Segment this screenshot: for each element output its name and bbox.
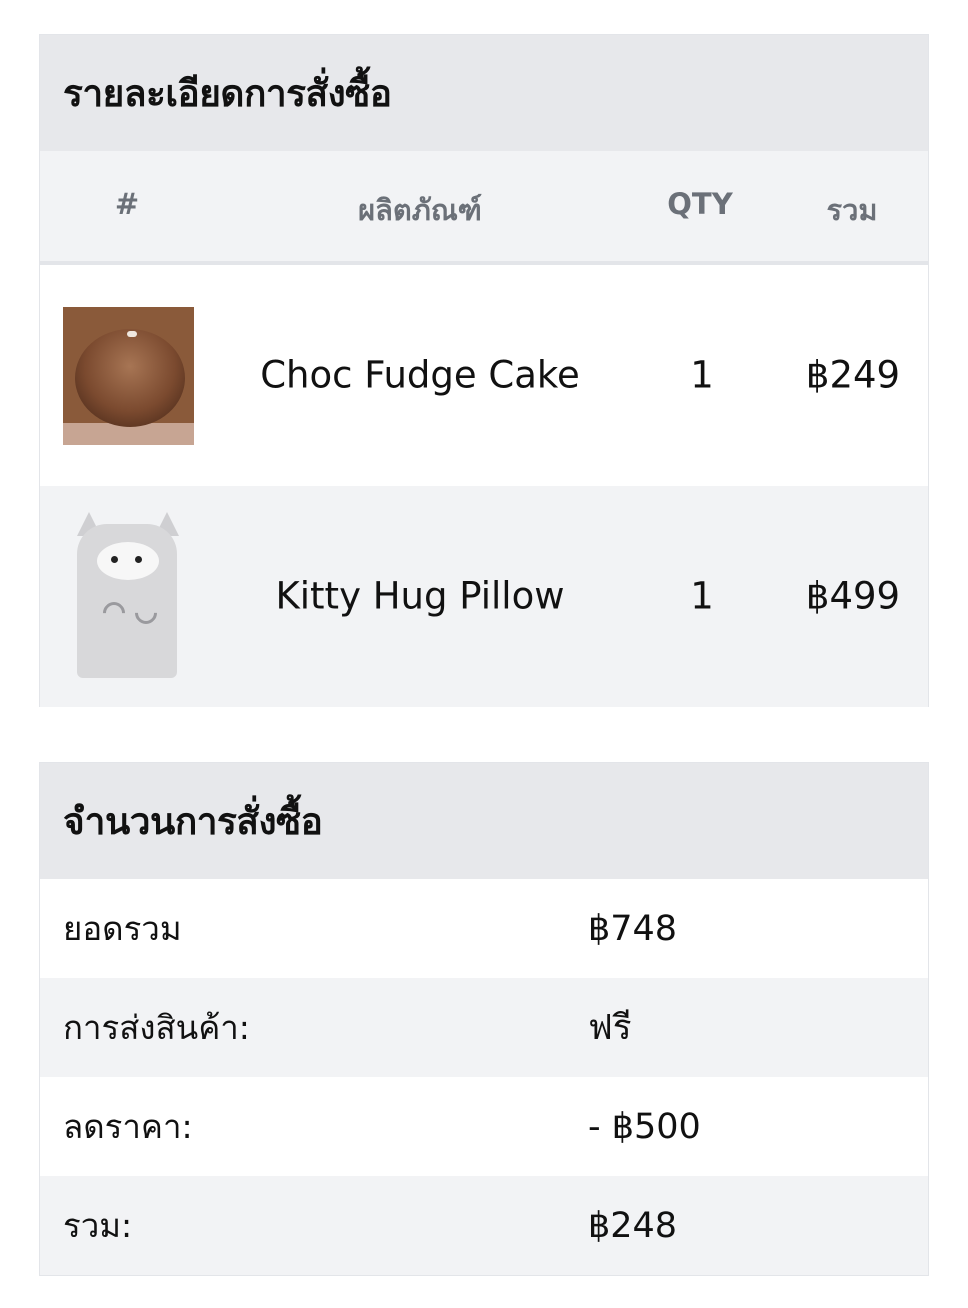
column-index: # [114, 187, 140, 221]
order-summary-header: จำนวนการสั่งซื้อ [40, 763, 928, 879]
order-details-header: รายละเอียดการสั่งซื้อ [40, 35, 928, 151]
summary-label: ยอดรวม [63, 909, 182, 948]
order-details-title: รายละเอียดการสั่งซื้อ [63, 71, 392, 115]
product-name: Choc Fudge Cake [260, 353, 580, 397]
product-name: Kitty Hug Pillow [275, 574, 565, 618]
summary-label: การส่งสินค้า: [63, 1008, 250, 1047]
order-details-card: รายละเอียดการสั่งซื้อ # ผลิตภัณฑ์ QTY รว… [39, 34, 929, 707]
column-total: รวม [826, 193, 878, 227]
order-summary-card: จำนวนการสั่งซื้อ ยอดรวม ฿748 การส่งสินค้… [39, 762, 929, 1276]
summary-row-discount: ลดราคา: - ฿500 [40, 1077, 928, 1176]
product-qty: 1 [690, 353, 714, 397]
table-row: Choc Fudge Cake 1 ฿249 [40, 265, 928, 486]
column-product: ผลิตภัณฑ์ [358, 193, 482, 227]
summary-value: ฟรี [588, 1008, 632, 1048]
product-image-chocolate-cake [63, 307, 194, 445]
table-row: Kitty Hug Pillow 1 ฿499 [40, 486, 928, 707]
summary-value: ฿248 [588, 1205, 678, 1246]
order-summary-title: จำนวนการสั่งซื้อ [63, 799, 323, 843]
summary-label: ลดราคา: [63, 1107, 193, 1146]
summary-value: ฿748 [588, 908, 678, 949]
product-price: ฿499 [805, 574, 901, 618]
summary-row-subtotal: ยอดรวม ฿748 [40, 879, 928, 978]
product-qty: 1 [690, 574, 714, 618]
product-image-kitty-pillow [63, 506, 194, 686]
summary-row-shipping: การส่งสินค้า: ฟรี [40, 978, 928, 1077]
summary-value: - ฿500 [588, 1106, 701, 1147]
order-table-header: # ผลิตภัณฑ์ QTY รวม [40, 151, 928, 265]
summary-label: รวม: [63, 1206, 133, 1245]
product-price: ฿249 [805, 353, 901, 397]
column-qty: QTY [667, 187, 733, 221]
summary-row-total: รวม: ฿248 [40, 1176, 928, 1275]
